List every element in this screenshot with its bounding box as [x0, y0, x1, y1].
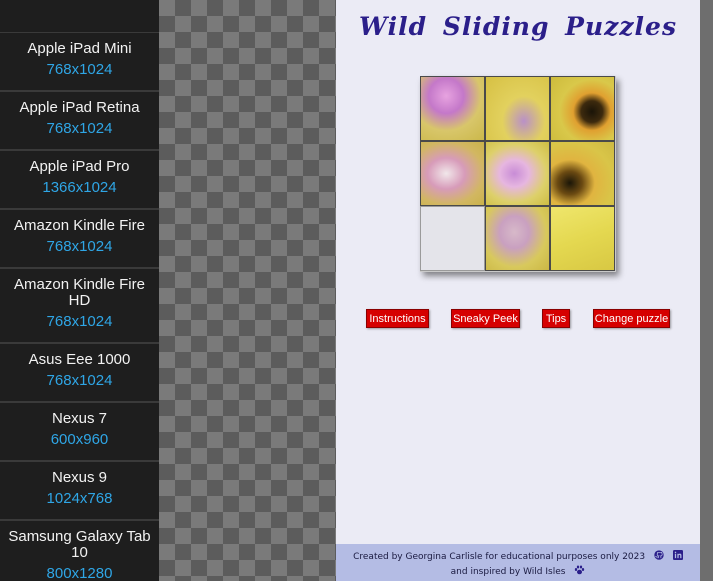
device-item-kindle-fire-hd[interactable]: Amazon Kindle Fire HD 768x1024	[0, 269, 159, 344]
viewport-right-edge	[700, 0, 713, 581]
device-item-ipad-pro[interactable]: Apple iPad Pro 1366x1024	[0, 151, 159, 210]
device-resolution: 768x1024	[46, 61, 113, 78]
device-name: Apple iPad Retina	[19, 99, 140, 116]
device-resolution: 768x1024	[46, 372, 113, 389]
device-resolution: 600x960	[50, 431, 109, 448]
app-viewport: Wild Sliding Puzzles Instructions Sneaky…	[336, 0, 700, 581]
instructions-button[interactable]: Instructions	[366, 309, 429, 328]
puzzle-tile[interactable]	[485, 206, 550, 271]
device-item-galaxy-tab-10[interactable]: Samsung Galaxy Tab 10 800x1280	[0, 521, 159, 581]
paw-icon[interactable]	[574, 565, 585, 578]
tips-button[interactable]: Tips	[542, 309, 570, 328]
device-resolution: 768x1024	[46, 238, 113, 255]
puzzle-tile[interactable]	[420, 76, 485, 141]
footer-credit-line: Created by Georgina Carlisle for educati…	[336, 550, 700, 563]
page-title: Wild Sliding Puzzles	[358, 12, 678, 41]
transparency-checkerboard	[159, 0, 336, 581]
footer-credit: Created by Georgina Carlisle for educati…	[353, 552, 646, 562]
device-name: Amazon Kindle Fire HD	[14, 276, 145, 309]
device-name: Amazon Kindle Fire	[14, 217, 145, 234]
device-item-ipad-mini[interactable]: Apple iPad Mini 768x1024	[0, 33, 159, 92]
puzzle-tile[interactable]	[550, 141, 615, 206]
device-item-nexus-7[interactable]: Nexus 7 600x960	[0, 403, 159, 462]
device-resolution: 768x1024	[46, 120, 113, 137]
github-icon[interactable]	[654, 550, 664, 563]
change-puzzle-button[interactable]: Change puzzle	[593, 309, 670, 328]
device-resolution: 1024x768	[46, 490, 113, 507]
device-item-nexus-9[interactable]: Nexus 9 1024x768	[0, 462, 159, 521]
device-name: Apple iPad Pro	[29, 158, 130, 175]
footer: Created by Georgina Carlisle for educati…	[336, 544, 700, 581]
footer-inspired-line: and inspired by Wild Isles	[336, 565, 700, 578]
device-resolution: 800x1280	[46, 565, 113, 581]
device-item-kindle-fire[interactable]: Amazon Kindle Fire 768x1024	[0, 210, 159, 269]
linkedin-icon[interactable]	[672, 550, 683, 563]
device-name: Samsung Galaxy Tab 10	[8, 528, 151, 561]
puzzle-board	[420, 76, 616, 272]
device-resolution: 1366x1024	[42, 179, 117, 196]
device-item-ipad-retina[interactable]: Apple iPad Retina 768x1024	[0, 92, 159, 151]
device-name: Apple iPad Mini	[27, 40, 132, 57]
device-list-sidebar: Apple iPad Mini 768x1024 Apple iPad Reti…	[0, 0, 159, 581]
sidebar-top-spacer	[0, 0, 159, 33]
puzzle-tile[interactable]	[550, 76, 615, 141]
device-name: Asus Eee 1000	[28, 351, 131, 368]
puzzle-tile[interactable]	[550, 206, 615, 271]
puzzle-tile[interactable]	[420, 141, 485, 206]
puzzle-tile[interactable]	[485, 76, 550, 141]
puzzle-tile[interactable]	[485, 141, 550, 206]
device-item-asus-eee[interactable]: Asus Eee 1000 768x1024	[0, 344, 159, 403]
device-resolution: 768x1024	[46, 313, 113, 330]
puzzle-empty-slot	[420, 206, 485, 271]
device-name: Nexus 9	[51, 469, 108, 486]
device-name: Nexus 7	[51, 410, 108, 427]
sneaky-peek-button[interactable]: Sneaky Peek	[451, 309, 520, 328]
footer-inspired: and inspired by Wild Isles	[450, 567, 566, 577]
